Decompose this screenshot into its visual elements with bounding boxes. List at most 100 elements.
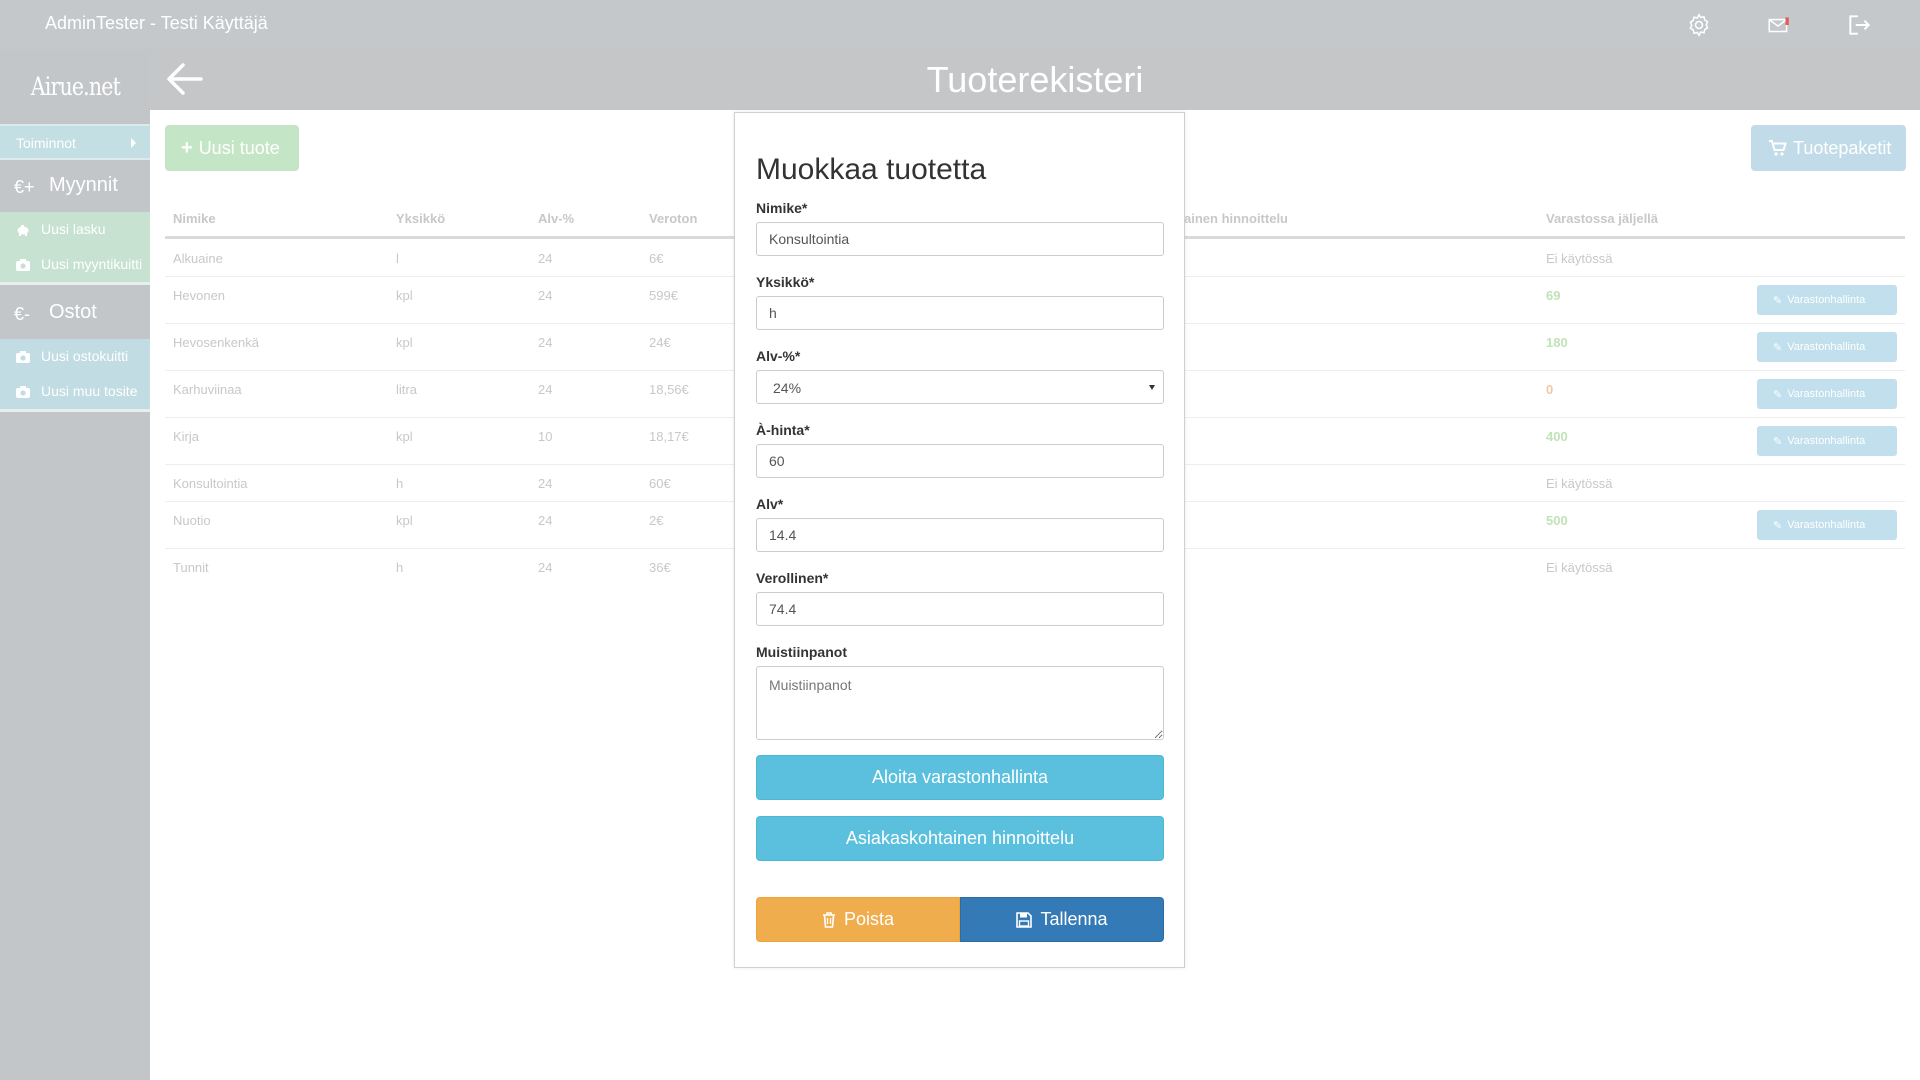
logo[interactable]: Airue.net <box>0 49 150 124</box>
a-hinta-label: À-hinta* <box>756 422 810 438</box>
cell-stock: Ei käytössä <box>1546 560 1613 575</box>
camera-icon <box>16 259 30 271</box>
cell-unit: kpl <box>396 288 413 303</box>
cell-name: Hevonen <box>173 288 226 303</box>
cell-price: 60€ <box>649 476 671 491</box>
column-header-hinnoittelu[interactable]: ainen hinnoittelu <box>1184 211 1288 226</box>
camera-icon <box>16 351 30 363</box>
sidebar-item-toiminnot[interactable]: Toiminnot <box>0 124 150 160</box>
cell-unit: kpl <box>396 429 413 444</box>
save-label: Tallenna <box>1040 909 1108 929</box>
gear-icon[interactable] <box>1686 12 1712 38</box>
column-header-varastossa[interactable]: Varastossa jäljellä <box>1546 211 1658 226</box>
cell-vat: 24 <box>538 251 553 266</box>
column-header-veroton[interactable]: Veroton <box>649 211 697 226</box>
cell-name: Kirja <box>173 429 200 444</box>
save-button[interactable]: Tallenna <box>960 897 1164 942</box>
cell-stock: 180 <box>1546 335 1568 350</box>
cell-price: 2€ <box>649 513 664 528</box>
trash-icon <box>822 911 835 928</box>
cell-price: 24€ <box>649 335 671 350</box>
sidebar-item-uusi-myyntikuitti[interactable]: Uusi myyntikuitti <box>0 247 150 282</box>
sidebar-section-ostot[interactable]: €- Ostot <box>0 287 150 339</box>
sidebar-item-uusi-muu-tosite[interactable]: Uusi muu tosite <box>0 374 150 409</box>
nimike-input[interactable] <box>756 222 1164 256</box>
verollinen-input[interactable] <box>756 592 1164 626</box>
alv-pct-label: Alv-%* <box>756 348 801 364</box>
cart-icon <box>1769 140 1787 156</box>
floppy-disk-icon <box>1016 911 1033 928</box>
alv-label: Alv* <box>756 496 784 512</box>
cell-price: 6€ <box>649 251 664 266</box>
cell-vat: 24 <box>538 288 553 303</box>
cell-stock: 69 <box>1546 288 1561 303</box>
column-header-yksikko[interactable]: Yksikkö <box>396 211 445 226</box>
alv-pct-select[interactable]: 24% <box>756 370 1164 404</box>
toiminnot-label: Toiminnot <box>16 135 76 151</box>
cell-vat: 24 <box>538 476 553 491</box>
product-packages-button[interactable]: Tuotepaketit <box>1751 125 1906 171</box>
cell-name: Konsultointia <box>173 476 248 491</box>
sidebar-item-label: Uusi ostokuitti <box>41 348 129 364</box>
cell-vat: 10 <box>538 429 553 444</box>
new-product-button[interactable]: + Uusi tuote <box>165 125 299 171</box>
logout-icon[interactable] <box>1846 12 1872 38</box>
cell-name: Tunnit <box>173 560 209 575</box>
a-hinta-input[interactable] <box>756 444 1164 478</box>
piggy-bank-icon <box>17 225 29 236</box>
myynnit-submenu: Uusi lasku Uusi myyntikuitti <box>0 212 150 285</box>
cell-vat: 24 <box>538 382 553 397</box>
top-bar: AdminTester - Testi Käyttäjä <box>0 0 1920 49</box>
sidebar: Airue.net Toiminnot €+ Myynnit Uusi lask… <box>0 49 150 1080</box>
inventory-button[interactable]: ✎ Varastonhallinta <box>1757 332 1897 362</box>
myynnit-label: Myynnit <box>49 174 118 196</box>
cell-unit: h <box>396 560 404 575</box>
cell-price: 599€ <box>649 288 678 303</box>
start-inventory-button[interactable]: Aloita varastonhallinta <box>756 755 1164 800</box>
cell-stock: 500 <box>1546 513 1568 528</box>
column-header-alv[interactable]: Alv-% <box>538 211 574 226</box>
cell-price: 18,17€ <box>649 429 689 444</box>
cell-unit: kpl <box>396 513 413 528</box>
euro-minus-icon: €- <box>14 304 31 324</box>
page-title: Tuoterekisteri <box>926 59 1144 100</box>
cell-stock: 400 <box>1546 429 1568 444</box>
customer-pricing-button[interactable]: Asiakaskohtainen hinnoittelu <box>756 816 1164 861</box>
inventory-button-label: Varastonhallinta <box>1787 435 1866 447</box>
cell-stock: 0 <box>1546 382 1554 397</box>
logo-text: Airue.net <box>30 72 120 101</box>
envelope-icon[interactable] <box>1766 12 1792 38</box>
cell-unit: l <box>396 251 399 266</box>
yksikko-input[interactable] <box>756 296 1164 330</box>
alv-input[interactable] <box>756 518 1164 552</box>
edit-icon: ✎ <box>1773 294 1783 307</box>
inventory-button[interactable]: ✎ Varastonhallinta <box>1757 379 1897 409</box>
ostot-label: Ostot <box>49 301 97 323</box>
edit-icon: ✎ <box>1773 341 1783 354</box>
page-header: Tuoterekisteri <box>150 49 1920 110</box>
cell-name: Hevosenkenkä <box>173 335 259 350</box>
delete-button[interactable]: Poista <box>756 897 960 942</box>
edit-icon: ✎ <box>1773 388 1783 401</box>
edit-icon: ✎ <box>1773 519 1783 532</box>
inventory-button-label: Varastonhallinta <box>1787 294 1866 306</box>
cell-name: Nuotio <box>173 513 211 528</box>
inventory-button[interactable]: ✎ Varastonhallinta <box>1757 426 1897 456</box>
ostot-submenu: Uusi ostokuitti Uusi muu tosite <box>0 339 150 412</box>
sidebar-section-myynnit[interactable]: €+ Myynnit <box>0 160 150 212</box>
user-name: AdminTester - Testi Käyttäjä <box>45 13 268 33</box>
plus-icon: + <box>181 136 193 159</box>
sidebar-item-uusi-lasku[interactable]: Uusi lasku <box>0 212 150 247</box>
new-product-label: Uusi tuote <box>198 137 280 158</box>
sidebar-item-uusi-ostokuitti[interactable]: Uusi ostokuitti <box>0 339 150 374</box>
cell-stock: Ei käytössä <box>1546 251 1613 266</box>
column-header-nimike[interactable]: Nimike <box>173 211 216 226</box>
inventory-button[interactable]: ✎ Varastonhallinta <box>1757 285 1897 315</box>
nimike-label: Nimike* <box>756 200 808 216</box>
edit-icon: ✎ <box>1773 435 1783 448</box>
camera-icon <box>16 386 30 398</box>
cell-price: 18,56€ <box>649 382 689 397</box>
muistiinpanot-textarea[interactable] <box>756 666 1164 740</box>
cell-vat: 24 <box>538 335 553 350</box>
inventory-button[interactable]: ✎ Varastonhallinta <box>1757 510 1897 540</box>
